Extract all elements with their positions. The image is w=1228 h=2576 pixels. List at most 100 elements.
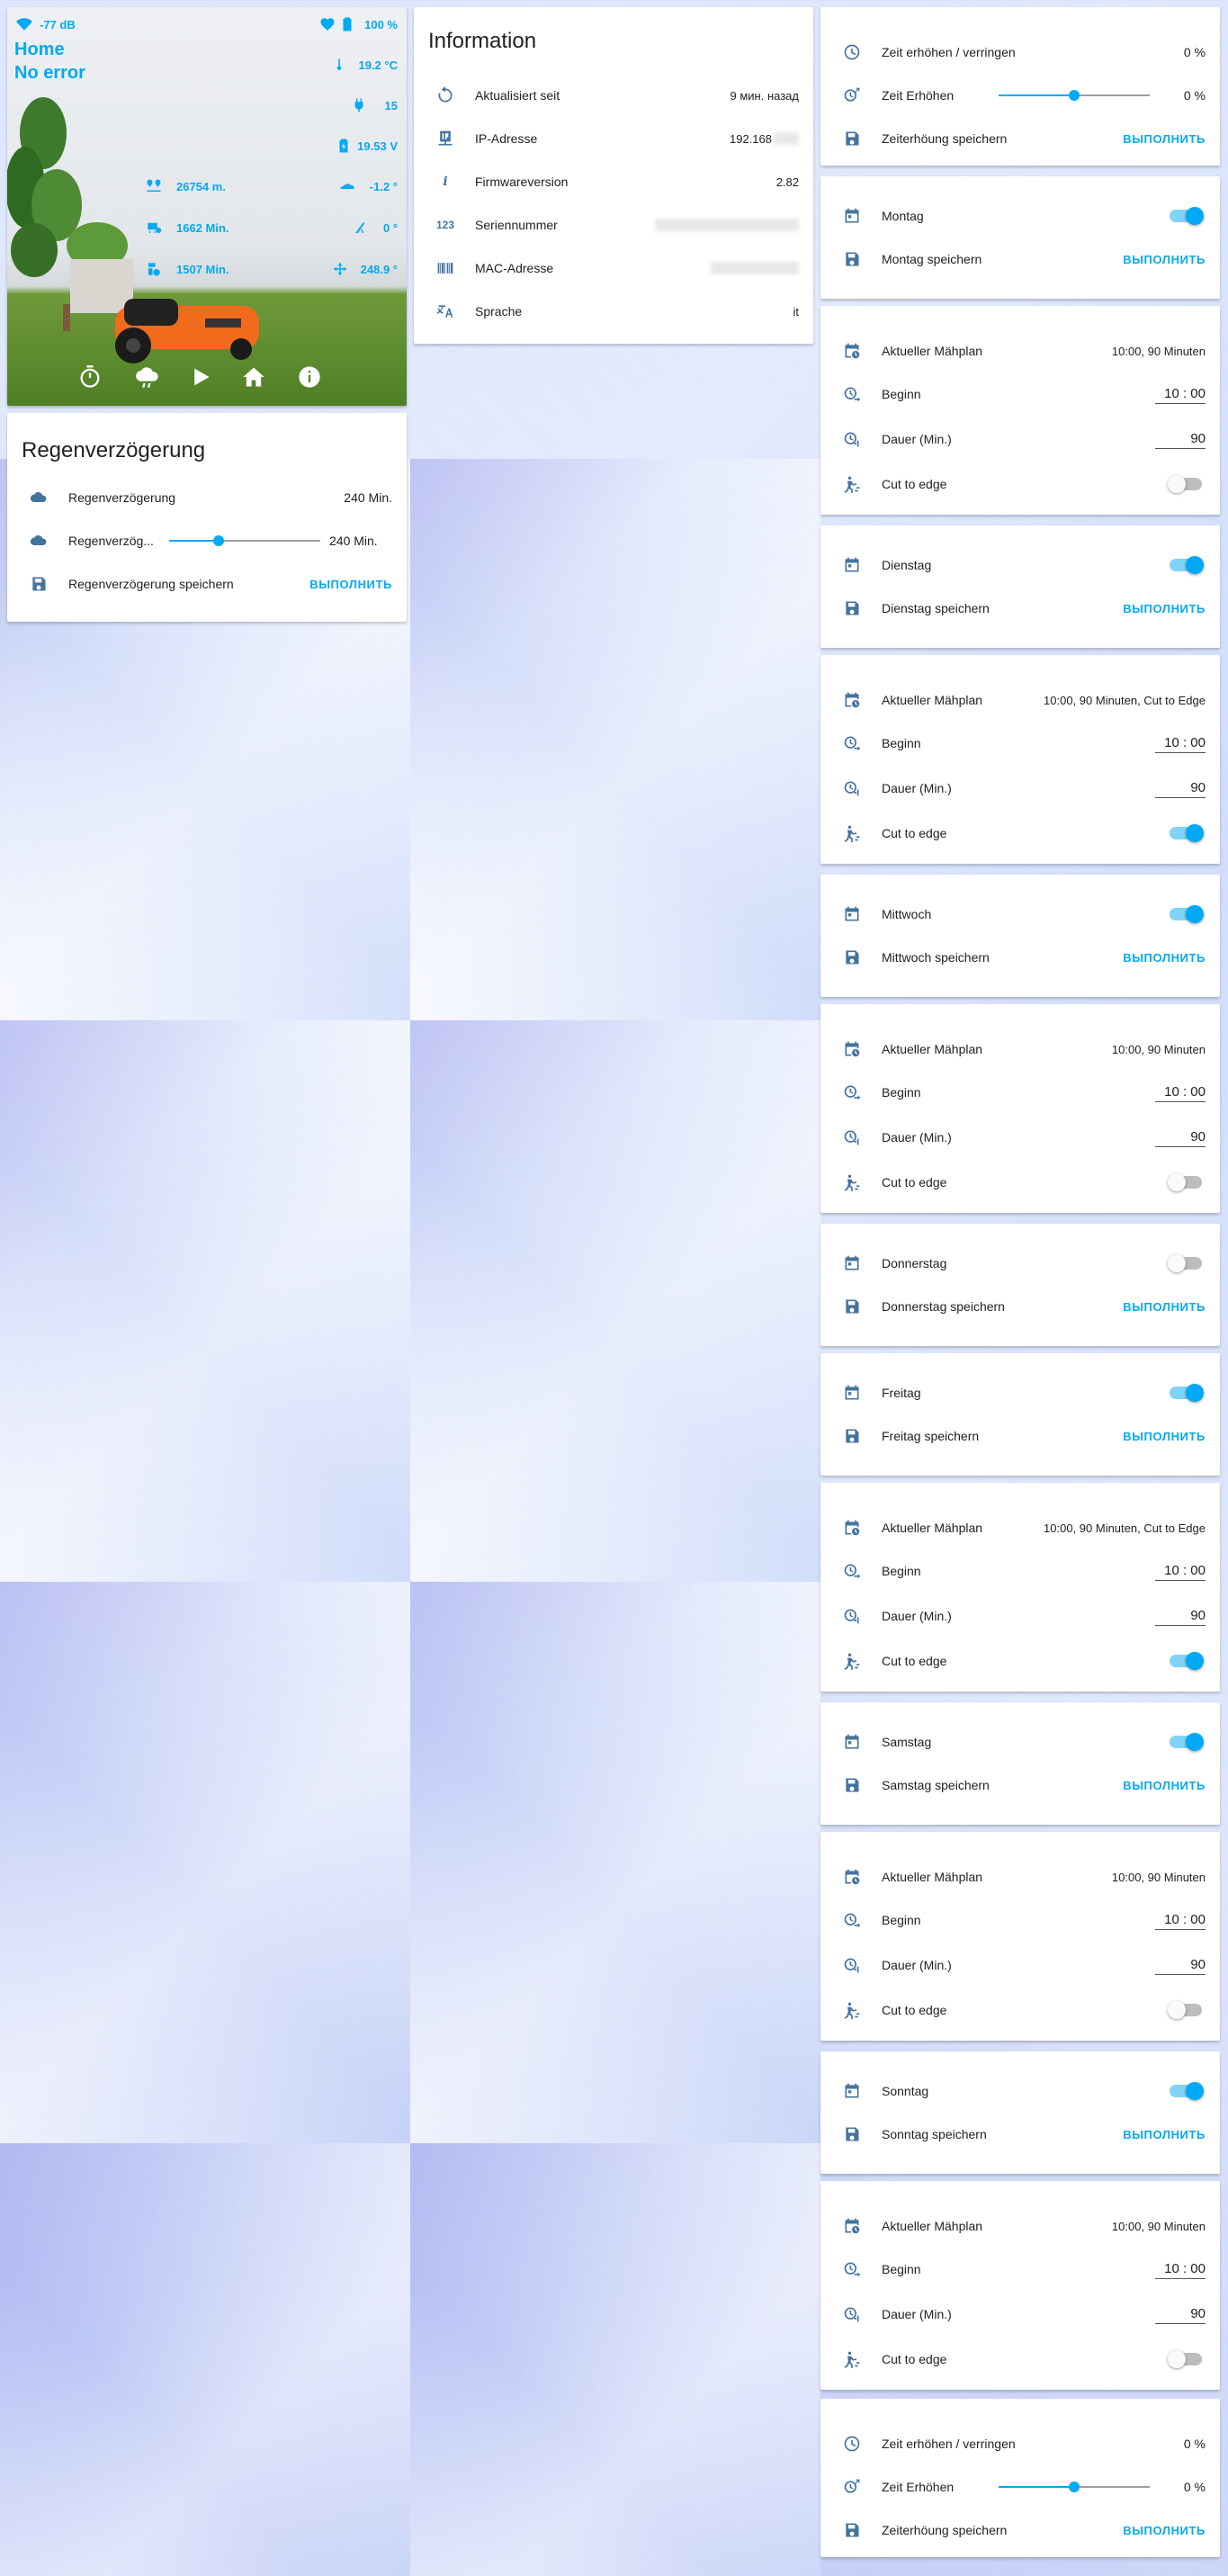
current-plan-row: Aktueller Mähplan 10:00, 90 Minuten, Cut … xyxy=(820,1506,1220,1549)
day-toggle-row: Dienstag xyxy=(820,543,1220,587)
duration-label: Dauer (Min.) xyxy=(882,1130,952,1144)
time-increase-slider[interactable] xyxy=(999,85,1150,106)
duration-input[interactable]: 90 xyxy=(1155,1127,1206,1147)
day-enable-toggle[interactable] xyxy=(1170,556,1204,574)
cut-edge-toggle[interactable] xyxy=(1168,475,1202,493)
angle-roll-icon xyxy=(354,222,365,233)
day-save-execute-button[interactable]: ВЫПОЛНИТЬ xyxy=(1123,951,1206,965)
wifi-indicator: -77 dB xyxy=(16,16,76,32)
info-button[interactable] xyxy=(293,361,326,393)
background-tile xyxy=(0,2143,410,2576)
time-save-execute-button[interactable]: ВЫПОЛНИТЬ xyxy=(1123,2524,1206,2537)
day-save-row: Montag speichern ВЫПОЛНИТЬ xyxy=(820,238,1220,281)
cut-edge-row: Cut to edge xyxy=(820,462,1220,506)
work-clock-icon xyxy=(148,263,160,276)
day-save-execute-button[interactable]: ВЫПОЛНИТЬ xyxy=(1123,253,1206,266)
cut-edge-toggle[interactable] xyxy=(1168,2001,1202,2019)
day-save-execute-button[interactable]: ВЫПОЛНИТЬ xyxy=(1123,1300,1206,1314)
begin-time-input[interactable]: 10 : 00 xyxy=(1155,1910,1206,1930)
rain-delay-execute-button[interactable]: ВЫПОЛНИТЬ xyxy=(309,578,392,591)
duration-input[interactable]: 90 xyxy=(1155,2304,1206,2324)
angle-pitch-icon xyxy=(340,184,354,189)
duration-input[interactable]: 90 xyxy=(1155,1606,1206,1626)
current-plan-label: Aktueller Mähplan xyxy=(882,693,983,707)
current-plan-value: 10:00, 90 Minuten xyxy=(1111,1042,1206,1056)
day-enable-toggle[interactable] xyxy=(1170,905,1204,923)
schedule-button[interactable] xyxy=(74,361,106,393)
translate-icon xyxy=(434,300,457,323)
begin-time-input[interactable]: 10 : 00 xyxy=(1155,733,1206,753)
day-label: Freitag xyxy=(882,1386,921,1400)
begin-time-input[interactable]: 10 : 00 xyxy=(1155,1561,1206,1581)
battery-indicator: 100 % xyxy=(319,16,398,32)
begin-row: Beginn 10 : 00 xyxy=(820,2248,1220,2291)
rain-delay-slider[interactable] xyxy=(169,530,320,552)
time-adjust-row: Zeit erhöhen / verringen 0 % xyxy=(820,31,1220,74)
cut-edge-label: Cut to edge xyxy=(882,477,947,491)
rain-delay-slider-thumb[interactable] xyxy=(213,535,225,546)
angle-yaw-icon xyxy=(333,262,347,276)
calendar-icon xyxy=(840,553,864,577)
save-icon xyxy=(840,2123,864,2146)
begin-row: Beginn 10 : 00 xyxy=(820,1898,1220,1942)
time-increase-value: 0 % xyxy=(1183,2480,1206,2494)
day-save-execute-button[interactable]: ВЫПОЛНИТЬ xyxy=(1123,1779,1206,1792)
background-tile xyxy=(0,1582,410,2143)
day-save-row: Freitag speichern ВЫПОЛНИТЬ xyxy=(820,1414,1220,1458)
day-label: Samstag xyxy=(882,1735,932,1749)
day-label: Montag xyxy=(882,209,924,223)
wifi-value: -77 dB xyxy=(40,17,76,31)
cut-edge-row: Cut to edge xyxy=(820,2338,1220,2381)
time-increase-slider-thumb[interactable] xyxy=(1069,2482,1080,2492)
rain-delay-value: 240 Min. xyxy=(344,490,392,505)
cloud-clock-icon xyxy=(27,486,50,509)
day-label: Dienstag xyxy=(882,558,932,572)
time-save-row: Zeiterhöung speichern ВЫПОЛНИТЬ xyxy=(820,2509,1220,2552)
duration-input[interactable]: 90 xyxy=(1155,429,1206,449)
rain-sensor-button[interactable] xyxy=(131,361,164,393)
cut-edge-toggle[interactable] xyxy=(1168,1173,1202,1191)
day-card-samstag: Samstag Samstag speichern ВЫПОЛНИТЬ xyxy=(820,1702,1220,1825)
update-icon xyxy=(434,84,457,107)
day-enable-toggle[interactable] xyxy=(1170,207,1204,225)
duration-label: Dauer (Min.) xyxy=(882,1609,952,1623)
day-enable-toggle[interactable] xyxy=(1170,2082,1204,2100)
day-save-execute-button[interactable]: ВЫПОЛНИТЬ xyxy=(1123,1430,1206,1443)
cut-edge-toggle[interactable] xyxy=(1170,824,1204,842)
current-plan-label: Aktueller Mähplan xyxy=(882,1870,983,1884)
cut-edge-toggle[interactable] xyxy=(1168,2350,1202,2368)
day-enable-toggle[interactable] xyxy=(1170,1733,1204,1751)
cut-edge-toggle[interactable] xyxy=(1170,1652,1204,1670)
info-row-ip: IP-Adresse 192.168 xyxy=(414,117,813,160)
time-increase-slider-thumb[interactable] xyxy=(1069,90,1080,101)
battery-charging-icon xyxy=(339,139,348,153)
roll-indicator: 0 ° xyxy=(353,220,398,236)
duration-input[interactable]: 90 xyxy=(1155,778,1206,798)
time-save-execute-button[interactable]: ВЫПОЛНИТЬ xyxy=(1123,132,1206,146)
time-increase-slider[interactable] xyxy=(999,2476,1150,2498)
duration-row: Dauer (Min.) 90 xyxy=(820,1943,1220,1987)
info-label: Seriennummer xyxy=(475,218,558,232)
day-save-label: Samstag speichern xyxy=(882,1778,990,1792)
cut-edge-row: Cut to edge xyxy=(820,812,1220,855)
cut-edge-label: Cut to edge xyxy=(882,826,947,840)
rain-delay-slider-label: Regenverzög... xyxy=(68,534,154,548)
home-button[interactable] xyxy=(238,361,270,393)
begin-time-input[interactable]: 10 : 00 xyxy=(1155,384,1206,404)
numeric-icon: 123 xyxy=(435,219,455,231)
time-adjust-label: Zeit erhöhen / verringen xyxy=(882,45,1016,59)
blade-time-value: 1662 Min. xyxy=(176,220,229,235)
day-enable-toggle[interactable] xyxy=(1168,1254,1202,1272)
day-enable-toggle[interactable] xyxy=(1170,1384,1204,1402)
duration-input[interactable]: 90 xyxy=(1155,1955,1206,1975)
time-increase-value: 0 % xyxy=(1183,88,1206,103)
rain-delay-row: Regenverzögerung 240 Min. xyxy=(7,476,407,519)
day-save-execute-button[interactable]: ВЫПОЛНИТЬ xyxy=(1123,602,1206,615)
day-card-montag: Montag Montag speichern ВЫПОЛНИТЬ xyxy=(820,176,1220,299)
current-plan-value: 10:00, 90 Minuten xyxy=(1111,1870,1206,1884)
begin-time-input[interactable]: 10 : 00 xyxy=(1155,2259,1206,2279)
timer-icon xyxy=(80,365,100,388)
day-save-execute-button[interactable]: ВЫПОЛНИТЬ xyxy=(1123,2128,1206,2141)
start-button[interactable] xyxy=(184,361,216,393)
begin-time-input[interactable]: 10 : 00 xyxy=(1155,1082,1206,1102)
